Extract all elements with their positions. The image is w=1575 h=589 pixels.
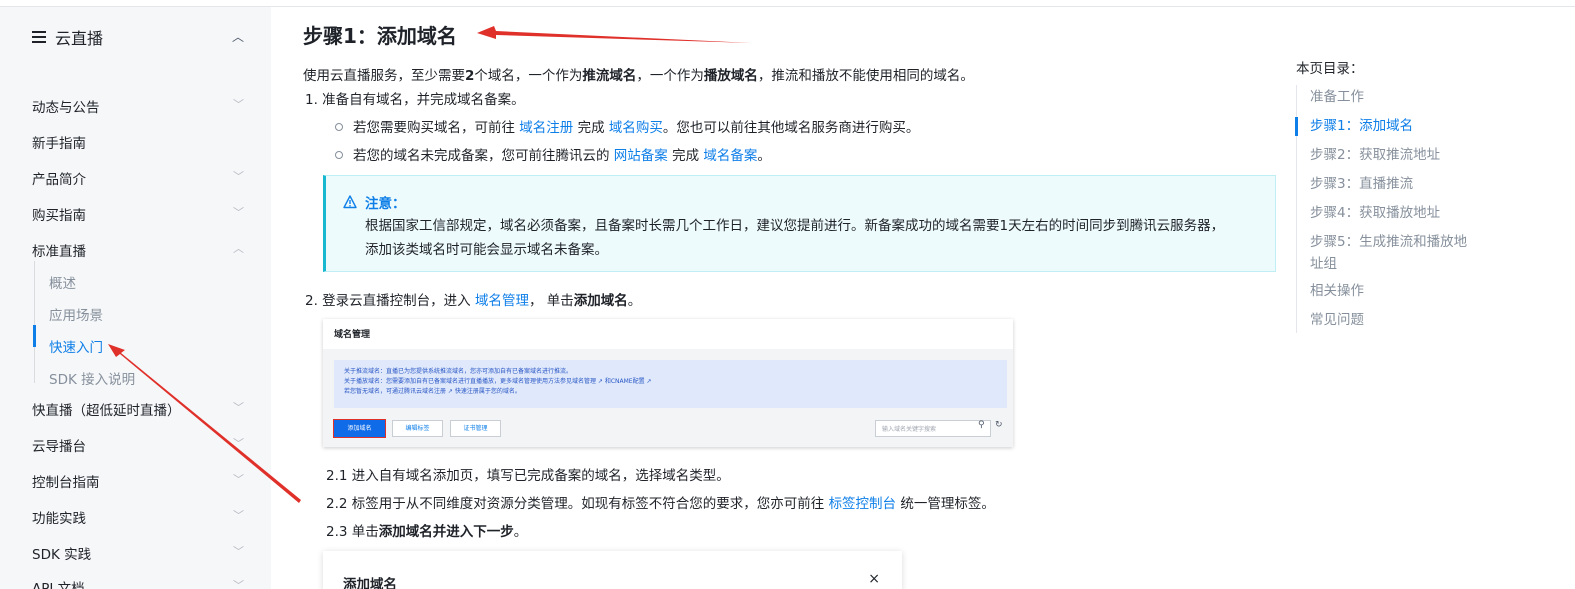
- sidebar-item-label: 产品简介: [32, 172, 86, 188]
- toc-item-related[interactable]: 相关操作: [1310, 280, 1490, 302]
- warning-icon: [343, 195, 357, 209]
- sidebar-item-api-docs[interactable]: API 文档 ﹀: [32, 577, 244, 589]
- bullet-icon: [335, 151, 343, 159]
- console-screenshot: 域名管理 关于推流域名：直播已为您提供系统推流域名，您亦可添加自有已备案域名进行…: [323, 319, 1013, 447]
- screenshot-info-banner: 关于推流域名：直播已为您提供系统推流域名，您亦可添加自有已备案域名进行推流。 关…: [334, 360, 1007, 408]
- sidebar-item-label: SDK 实践: [32, 547, 92, 563]
- sidebar-item-fast-live[interactable]: 快直播（超低延时直播） ﹀: [32, 399, 244, 419]
- chevron-up-icon: ︿: [233, 242, 244, 255]
- sidebar-item-practice[interactable]: 功能实践 ﹀: [32, 507, 244, 527]
- sidebar-item-news[interactable]: 动态与公告 ﹀: [32, 96, 244, 116]
- toc-item-step3[interactable]: 步骤3：直播推流: [1310, 173, 1490, 195]
- chevron-down-icon: ﹀: [233, 545, 244, 558]
- sidebar-item-label: 快直播（超低延时直播）: [32, 403, 181, 419]
- substep-2-2: 2.2 标签用于从不同维度对资源分类管理。如现有标签不符合您的要求，您亦可前往 …: [326, 496, 995, 512]
- toc-item-step1[interactable]: 步骤1：添加域名: [1310, 115, 1490, 137]
- chevron-down-icon: ﹀: [233, 509, 244, 522]
- sidebar-item-purchase-guide[interactable]: 购买指南 ﹀: [32, 204, 244, 224]
- link-domain-management[interactable]: 域名管理: [475, 293, 529, 309]
- sidebar-active-indicator: [33, 325, 36, 347]
- intro-paragraph: 使用云直播服务，至少需要2个域名，一个作为推流域名，一个作为播放域名，推流和播放…: [303, 68, 974, 84]
- sidebar-subitem-quick-start[interactable]: 快速入门: [49, 336, 103, 356]
- sidebar-item-label: API 文档: [32, 581, 85, 589]
- add-domain-dialog: 添加域名 ×: [323, 551, 902, 589]
- chevron-down-icon: ﹀: [233, 98, 244, 111]
- sidebar-item-label: 控制台指南: [32, 475, 100, 491]
- step-1-text: 1. 准备自有域名，并完成域名备案。: [305, 92, 525, 108]
- sidebar-item-sdk-practice[interactable]: SDK 实践 ﹀: [32, 543, 244, 563]
- sidebar-subitem-scenarios[interactable]: 应用场景: [49, 304, 103, 324]
- sidebar-subitem-overview[interactable]: 概述: [49, 272, 76, 292]
- link-domain-purchase[interactable]: 域名购买: [609, 120, 663, 136]
- sidebar-subitem-sdk-guide[interactable]: SDK 接入说明: [49, 368, 135, 388]
- sidebar-item-label: 购买指南: [32, 208, 86, 224]
- sidebar-item-product-intro[interactable]: 产品简介 ﹀: [32, 168, 244, 188]
- chevron-down-icon: ﹀: [233, 170, 244, 183]
- sidebar-item-label: 功能实践: [32, 511, 86, 527]
- sidebar-item-standard-live[interactable]: 标准直播 ︿: [32, 240, 244, 260]
- sidebar-item-label: 新手指南: [32, 136, 86, 152]
- link-domain-register[interactable]: 域名注册: [519, 120, 573, 136]
- toc-item-step2[interactable]: 步骤2：获取推流地址: [1310, 144, 1490, 166]
- top-border: [0, 0, 1575, 7]
- sidebar-item-console-guide[interactable]: 控制台指南 ﹀: [32, 471, 244, 491]
- bullet-icon: [335, 123, 343, 131]
- link-tag-console[interactable]: 标签控制台: [829, 496, 897, 512]
- chevron-down-icon: ﹀: [233, 206, 244, 219]
- screenshot-edit-tag-button: 编辑标签: [392, 420, 443, 437]
- screenshot-title: 域名管理: [323, 319, 1013, 349]
- sidebar-item-label: 标准直播: [32, 244, 86, 260]
- chevron-down-icon: ﹀: [233, 401, 244, 414]
- sidebar-subnav-rail: [34, 261, 35, 383]
- toc-title: 本页目录：: [1296, 61, 1364, 77]
- screenshot-add-domain-button: 添加域名: [333, 419, 386, 438]
- chevron-down-icon: ﹀: [233, 579, 244, 589]
- sidebar-item-director[interactable]: 云导播台 ﹀: [32, 435, 244, 455]
- sidebar-header[interactable]: 云直播 ︿: [32, 25, 252, 49]
- link-site-filing[interactable]: 网站备案: [614, 148, 668, 164]
- link-domain-filing[interactable]: 域名备案: [703, 148, 757, 164]
- notice-title: 注意：: [343, 192, 406, 212]
- bullet-icp-filing: 若您的域名未完成备案，您可前往腾讯云的 网站备案 完成 域名备案。: [335, 144, 771, 164]
- search-icon: ⚲: [978, 420, 985, 430]
- chevron-down-icon: ﹀: [233, 473, 244, 486]
- sidebar-item-label: 云导播台: [32, 439, 86, 455]
- screenshot-search-input: 输入域名关键字搜索: [875, 420, 991, 437]
- toc-item-step5[interactable]: 步骤5：生成推流和播放地址组: [1310, 231, 1480, 275]
- screenshot-cert-button: 证书管理: [450, 420, 501, 437]
- toc-item-faq[interactable]: 常见问题: [1310, 309, 1490, 331]
- step-2-text: 2. 登录云直播控制台，进入 域名管理， 单击添加域名。: [305, 293, 642, 309]
- close-icon[interactable]: ×: [868, 571, 880, 587]
- chevron-up-icon[interactable]: ︿: [232, 28, 244, 45]
- refresh-icon: ↻: [995, 420, 1003, 430]
- sidebar-item-label: 动态与公告: [32, 100, 100, 116]
- toc-item-preparation[interactable]: 准备工作: [1310, 86, 1490, 108]
- sidebar-title: 云直播: [55, 29, 104, 48]
- notice-box: 注意： 根据国家工信部规定，域名必须备案，且备案时长需几个工作日，建议您提前进行…: [323, 175, 1276, 272]
- notice-body: 根据国家工信部规定，域名必须备案，且备案时长需几个工作日，建议您提前进行。新备案…: [365, 218, 1225, 258]
- substep-2-3: 2.3 单击添加域名并进入下一步。: [326, 524, 528, 540]
- chevron-down-icon: ﹀: [233, 437, 244, 450]
- substep-2-1: 2.1 进入自有域名添加页，填写已完成备案的域名，选择域名类型。: [326, 468, 730, 484]
- menu-icon[interactable]: [32, 31, 46, 43]
- toc-active-indicator: [1295, 117, 1298, 136]
- bullet-buy-domain: 若您需要购买域名，可前往 域名注册 完成 域名购买。您也可以前往其他域名服务商进…: [335, 116, 919, 136]
- toc-item-step4[interactable]: 步骤4：获取播放地址: [1310, 202, 1490, 224]
- arrow-to-heading: [477, 26, 752, 43]
- dialog-title: 添加域名: [343, 577, 397, 589]
- page-heading: 步骤1：添加域名: [303, 24, 457, 48]
- sidebar-item-getting-started[interactable]: 新手指南: [32, 132, 244, 152]
- sidebar: 云直播 ︿: [0, 7, 271, 589]
